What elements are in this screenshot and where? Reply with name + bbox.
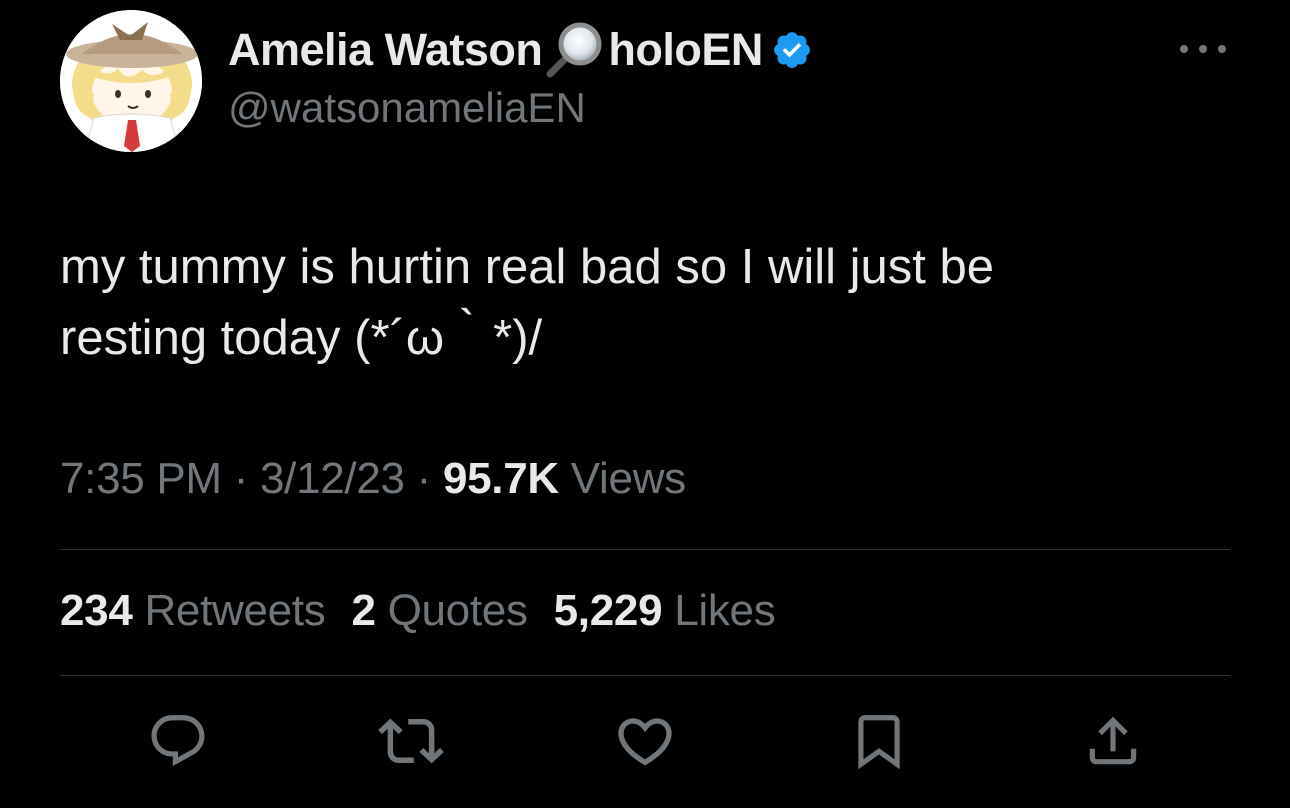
action-bar xyxy=(0,708,1290,774)
retweets-label: Retweets xyxy=(144,586,326,635)
quotes-stat[interactable]: 2 Quotes xyxy=(351,586,527,636)
share-icon xyxy=(1089,716,1137,765)
reply-icon xyxy=(151,715,205,767)
author-name-suffix[interactable]: holoEN xyxy=(608,24,763,76)
meta-separator: · xyxy=(416,454,432,503)
meta-separator: · xyxy=(233,454,249,503)
engagement-stats: 234 Retweets 2 Quotes 5,229 Likes xyxy=(60,586,776,636)
retweets-count: 234 xyxy=(60,586,133,635)
more-dot-icon xyxy=(1199,45,1207,53)
more-dot-icon xyxy=(1218,45,1226,53)
avatar-image xyxy=(60,10,202,152)
likes-stat[interactable]: 5,229 Likes xyxy=(554,586,776,636)
divider xyxy=(60,549,1230,550)
retweet-icon xyxy=(378,718,444,764)
tweet-text-line-2: resting today (*´ω｀*)/ xyxy=(60,311,543,365)
author-name-row[interactable]: Amelia Watson holoEN xyxy=(228,22,813,78)
quotes-label: Quotes xyxy=(387,586,528,635)
views-label: Views xyxy=(570,454,686,503)
likes-label: Likes xyxy=(674,586,776,635)
author-handle[interactable]: @watsonameliaEN xyxy=(228,84,586,132)
tweet-date[interactable]: 3/12/23 xyxy=(260,454,405,503)
reply-button[interactable] xyxy=(145,708,211,774)
tweet-text-line-1: my tummy is hurtin real bad so I will ju… xyxy=(60,240,995,294)
bookmark-icon xyxy=(858,715,900,770)
more-options-button[interactable] xyxy=(1180,34,1226,64)
likes-count: 5,229 xyxy=(553,586,663,635)
like-icon xyxy=(618,718,672,766)
magnifying-glass-icon xyxy=(544,22,606,78)
tweet-text: my tummy is hurtin real bad so I will ju… xyxy=(60,232,1200,374)
quotes-count: 2 xyxy=(351,586,376,635)
verified-badge-icon[interactable] xyxy=(771,29,813,71)
divider xyxy=(60,675,1230,676)
more-dot-icon xyxy=(1180,45,1188,53)
views-count: 95.7K xyxy=(442,454,559,503)
share-button[interactable] xyxy=(1080,708,1146,774)
author-display-name[interactable]: Amelia Watson xyxy=(228,24,543,76)
tweet-meta: 7:35 PM · 3/12/23 · 95.7K Views xyxy=(60,454,686,504)
retweet-button[interactable] xyxy=(378,708,444,774)
bookmark-button[interactable] xyxy=(846,708,912,774)
tweet-time[interactable]: 7:35 PM xyxy=(60,454,222,503)
retweets-stat[interactable]: 234 Retweets xyxy=(60,586,326,636)
avatar[interactable] xyxy=(60,10,202,152)
like-button[interactable] xyxy=(612,708,678,774)
